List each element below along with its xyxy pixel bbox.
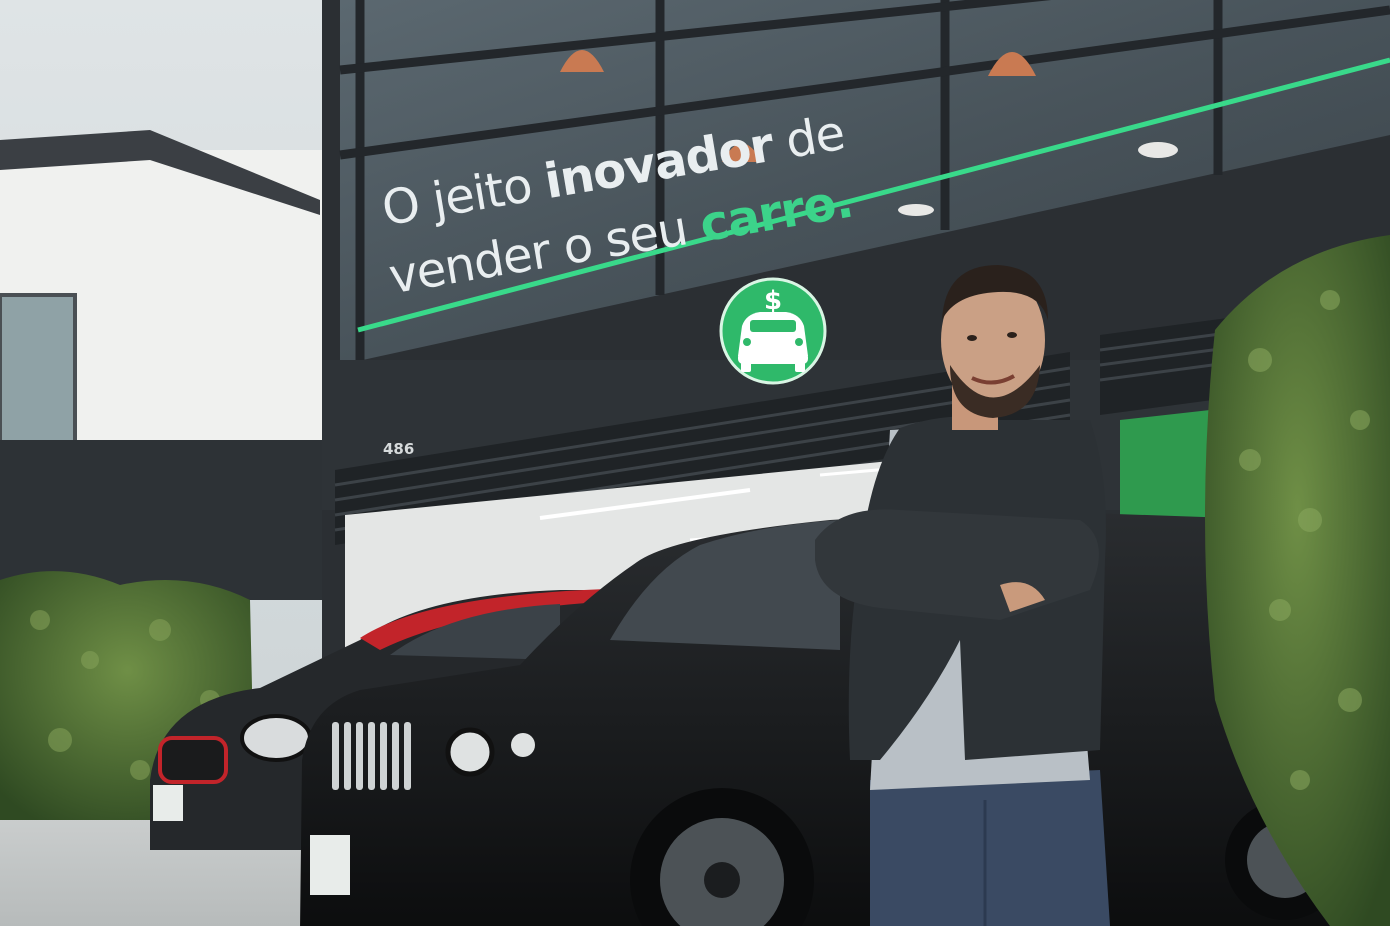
neighbour-house <box>0 130 330 600</box>
house-number: 486 <box>383 440 415 458</box>
svg-text:$: $ <box>764 286 782 316</box>
photo-scene: $ O jeito inovador de vender o seu carro… <box>0 0 1390 926</box>
signage-line-1-end: de <box>781 104 849 170</box>
car-with-dollar-sign-icon: $ <box>719 277 827 385</box>
